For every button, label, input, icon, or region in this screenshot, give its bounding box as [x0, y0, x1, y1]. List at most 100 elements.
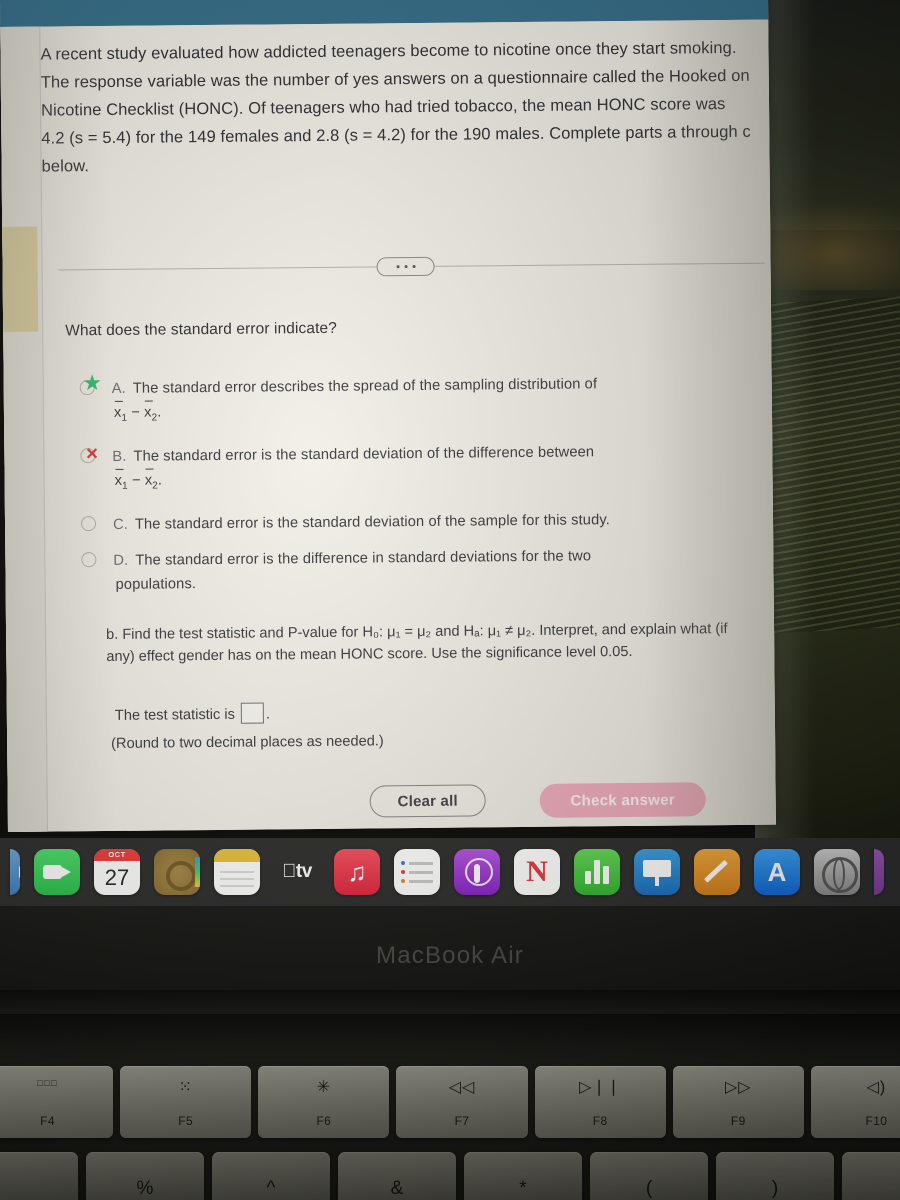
- key-f6-label: F6: [316, 1114, 332, 1128]
- key-f9[interactable]: ▷▷ F9: [672, 1066, 804, 1138]
- answer-row: The test statistic is . (Round to two de…: [111, 699, 615, 755]
- keyboard-brightness-down-icon: ⁙: [178, 1079, 193, 1096]
- key-ampersand[interactable]: &: [338, 1152, 456, 1200]
- numbers-bar-2: [594, 860, 600, 884]
- option-c-letter: C.: [112, 516, 129, 533]
- numbers-bar-1: [585, 871, 591, 884]
- key-caret[interactable]: ^: [212, 1152, 330, 1200]
- dock-item-calendar[interactable]: OCT 27: [94, 849, 140, 895]
- dock-item-podcasts[interactable]: [454, 849, 500, 895]
- numbers-bar-3: [603, 866, 609, 884]
- test-statistic-input[interactable]: [240, 702, 265, 724]
- dock-item-news[interactable]: N: [514, 849, 560, 895]
- launchpad-icon: □□□: [37, 1078, 58, 1088]
- dot-2-icon: [404, 265, 408, 269]
- screenshot-root: A recent study evaluated how addicted te…: [0, 0, 900, 1200]
- dock-item-music[interactable]: ♫: [334, 849, 380, 895]
- key-percent-label: %: [136, 1178, 154, 1199]
- key-caret-label: ^: [266, 1178, 276, 1199]
- option-d-label: D. The standard error is the difference i…: [113, 548, 757, 596]
- homework-page: A recent study evaluated how addicted te…: [0, 19, 776, 832]
- reminder-row-2: [401, 870, 433, 874]
- more-options-button[interactable]: [376, 256, 435, 277]
- radio-c[interactable]: [80, 515, 97, 532]
- keyboard-brightness-up-icon: ✳: [316, 1079, 332, 1096]
- dock-item-keynote[interactable]: [634, 849, 680, 895]
- key-f9-label: F9: [730, 1114, 746, 1128]
- key-symbol-7[interactable]: [842, 1152, 900, 1200]
- dock-item-right-sliver[interactable]: [874, 849, 884, 895]
- key-asterisk-label: *: [519, 1178, 527, 1199]
- key-f7-label: F7: [454, 1114, 470, 1128]
- key-f10[interactable]: ◁) F10: [810, 1066, 900, 1138]
- laptop-screen: A recent study evaluated how addicted te…: [0, 0, 776, 832]
- mute-icon: ◁): [866, 1079, 887, 1096]
- dock-item-photos[interactable]: [154, 849, 200, 895]
- question-text: What does the standard error indicate?: [65, 319, 338, 340]
- key-percent[interactable]: %: [86, 1152, 204, 1200]
- section-divider: [58, 254, 765, 279]
- key-right-paren[interactable]: ): [716, 1152, 834, 1200]
- option-b-letter: B.: [112, 448, 127, 465]
- key-f6[interactable]: ✳ F6: [258, 1066, 390, 1138]
- key-left-paren[interactable]: (: [590, 1152, 708, 1200]
- option-d[interactable]: D. The standard error is the difference i…: [67, 544, 757, 597]
- option-a[interactable]: ★ A. The standard error describes the spr…: [66, 372, 756, 431]
- music-note-icon: ♫: [347, 856, 367, 887]
- dock-item-finder-sliver[interactable]: [10, 849, 20, 895]
- option-d-text: The standard error is the difference in …: [135, 548, 592, 569]
- dock-item-app-store[interactable]: A: [754, 849, 800, 895]
- option-c[interactable]: C. The standard error is the standard dev…: [67, 508, 757, 537]
- dock-item-facetime[interactable]: [34, 849, 80, 895]
- option-b[interactable]: ✕ B. The standard error is the standard d…: [66, 440, 756, 499]
- clear-all-button[interactable]: Clear all: [369, 784, 486, 818]
- key-f4[interactable]: □□□ F4: [0, 1066, 114, 1138]
- option-a-letter: A.: [111, 380, 126, 397]
- answer-options: ★ A. The standard error describes the spr…: [66, 372, 758, 612]
- dock-item-reminders[interactable]: [394, 849, 440, 895]
- option-a-math: x1 − x2.: [114, 396, 756, 430]
- dock-item-apple-tv[interactable]: tv: [274, 849, 320, 895]
- page-content: A recent study evaluated how addicted te…: [40, 20, 776, 832]
- key-f8[interactable]: ▷❘❘ F8: [534, 1066, 666, 1138]
- option-d-letter: D.: [113, 552, 129, 569]
- key-f8-label: F8: [592, 1114, 608, 1128]
- key-symbol-0[interactable]: [0, 1152, 78, 1200]
- key-f5[interactable]: ⁙ F5: [120, 1066, 252, 1138]
- laptop-hinge: [0, 990, 900, 1014]
- dock-item-numbers[interactable]: [574, 849, 620, 895]
- key-f7[interactable]: ◁◁ F7: [396, 1066, 528, 1138]
- function-key-row: □□□ F4 ⁙ F5 ✳ F6 ◁◁ F7 ▷❘❘ F8 ▷▷ F9 ◁) F…: [0, 1066, 900, 1144]
- dot-1-icon: [396, 265, 400, 269]
- key-asterisk[interactable]: *: [464, 1152, 582, 1200]
- calendar-month-label: OCT: [94, 849, 140, 861]
- key-f4-label: F4: [40, 1114, 55, 1128]
- calendar-day-label: 27: [104, 865, 130, 890]
- option-b-math: x1 − x2.: [115, 464, 757, 498]
- part-b-text: b. Find the test statistic and P-value f…: [106, 621, 728, 666]
- check-answer-button[interactable]: Check answer: [539, 782, 706, 818]
- dock-item-notes[interactable]: [214, 849, 260, 895]
- dock-item-system-preferences[interactable]: [814, 849, 860, 895]
- problem-statement: A recent study evaluated how addicted te…: [40, 38, 751, 176]
- app-store-letter-icon: A: [767, 856, 787, 887]
- radio-d[interactable]: [81, 551, 97, 568]
- option-b-text: The standard error is the standard devia…: [133, 444, 595, 465]
- answer-suffix: .: [265, 706, 271, 723]
- number-key-row: % ^ & * ( ): [0, 1152, 900, 1200]
- rewind-icon: ◁◁: [448, 1079, 476, 1096]
- news-letter-icon: N: [526, 855, 548, 888]
- option-a-label: A. The standard error describes the sprea…: [112, 376, 756, 430]
- key-left-paren-label: (: [645, 1178, 653, 1199]
- reminder-row-3: [401, 879, 433, 883]
- option-b-label: B. The standard error is the standard dev…: [112, 444, 756, 498]
- tv-text: tv: [289, 861, 312, 882]
- option-c-label: C. The standard error is the standard dev…: [113, 512, 610, 533]
- reminder-row-1: [401, 861, 433, 865]
- dock-item-pages[interactable]: [694, 849, 740, 895]
- correct-star-icon: ★: [83, 373, 101, 395]
- option-c-text: The standard error is the standard devia…: [134, 512, 610, 533]
- dot-3-icon: [412, 265, 416, 269]
- apple-logo-icon: : [282, 861, 296, 883]
- fast-forward-icon: ▷▷: [724, 1079, 752, 1096]
